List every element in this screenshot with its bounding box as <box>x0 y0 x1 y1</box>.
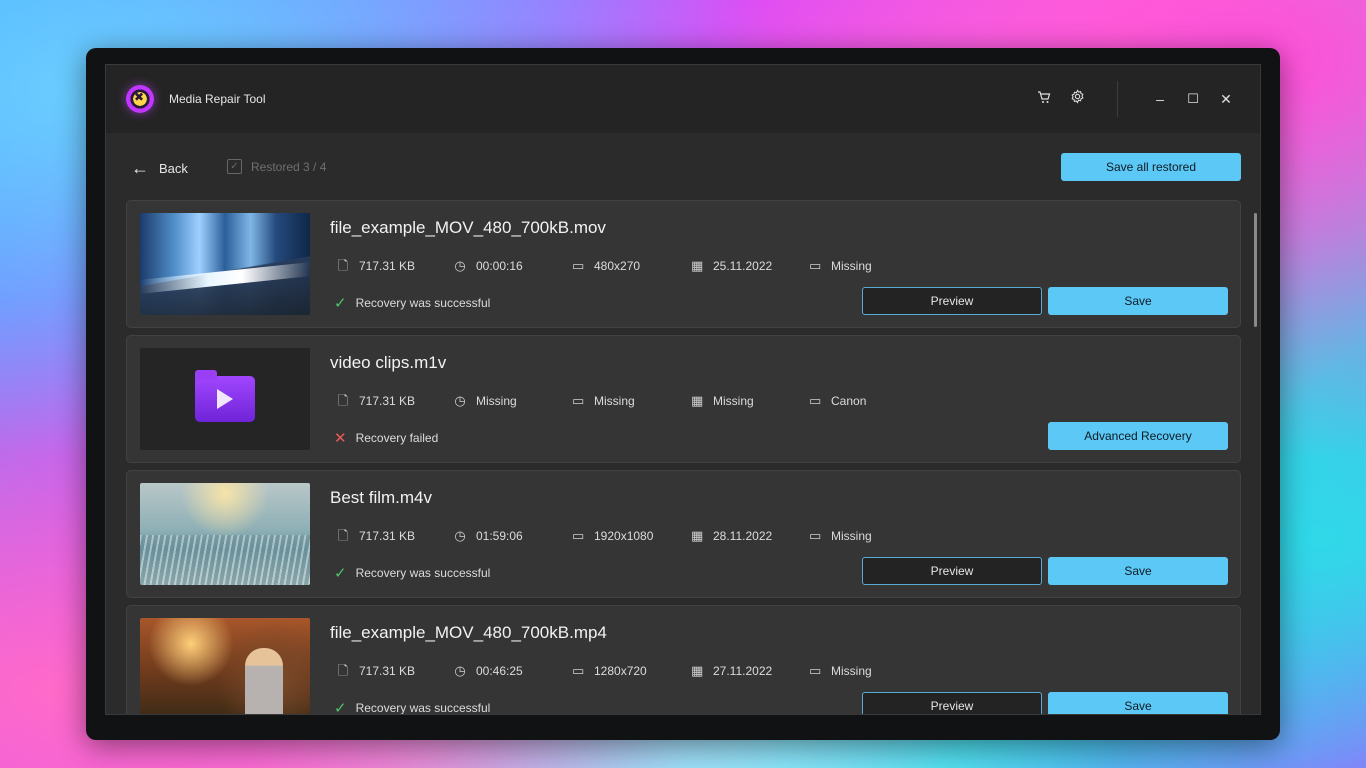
file-size: 🗋 717.31 KB <box>337 258 416 274</box>
recovery-status: ✕ Recovery failed <box>334 430 439 447</box>
date: ▦ 27.11.2022 <box>691 663 773 679</box>
resolution: ▭ Missing <box>572 393 635 409</box>
duration: ◷ 00:00:16 <box>454 258 523 274</box>
play-icon <box>217 389 233 409</box>
recovery-status: ✓ Recovery was successful <box>334 565 491 582</box>
camera: ▭ Missing <box>809 528 872 544</box>
calendar-icon: ▦ <box>691 258 704 273</box>
video-camera-icon: ▭ <box>809 528 822 543</box>
frame-icon: ▭ <box>572 663 585 678</box>
gear-icon[interactable] <box>1065 87 1089 111</box>
scrollbar[interactable] <box>1254 213 1257 327</box>
video-camera-icon: ▭ <box>809 393 822 408</box>
file-size: 🗋 717.31 KB <box>337 528 416 544</box>
close-button[interactable]: ✕ <box>1214 87 1238 111</box>
recovery-status: ✓ Recovery was successful <box>334 295 491 312</box>
back-button[interactable]: ← Back <box>131 157 188 179</box>
file-card: Best film.m4v 🗋 717.31 KB ◷ 01:59:06 ▭ 1920… <box>126 470 1241 598</box>
file-size: 🗋 717.31 KB <box>337 393 416 409</box>
back-label: Back <box>159 160 188 176</box>
x-icon: ✕ <box>334 430 347 447</box>
frame-icon: ▭ <box>572 528 585 543</box>
restored-label: Restored 3 / 4 <box>251 159 327 174</box>
calendar-icon: ▦ <box>691 663 704 678</box>
save-button[interactable]: Save <box>1048 692 1228 714</box>
clock-icon: ◷ <box>454 663 466 678</box>
restored-indicator: ✓ Restored 3 / 4 <box>227 159 326 174</box>
clock-icon: ◷ <box>454 258 466 273</box>
date: ▦ 25.11.2022 <box>691 258 773 274</box>
file-card: video clips.m1v 🗋 717.31 KB ◷ Missing ▭ Mis… <box>126 335 1241 463</box>
file-name: Best film.m4v <box>330 488 433 507</box>
duration: ◷ 00:46:25 <box>454 663 523 679</box>
cart-icon[interactable] <box>1032 87 1056 111</box>
video-thumbnail <box>140 348 310 450</box>
advanced-recovery-button[interactable]: Advanced Recovery <box>1048 422 1228 450</box>
calendar-icon: ▦ <box>691 528 704 543</box>
app-logo-icon <box>126 85 154 113</box>
file-list: file_example_MOV_480_700kB.mov 🗋 717.31 K… <box>126 200 1241 715</box>
clock-icon: ◷ <box>454 528 466 543</box>
file-name: file_example_MOV_480_700kB.mp4 <box>330 623 607 642</box>
app-window: Media Repair Tool – ☐ ✕ ← Back ✓ Restore… <box>105 64 1261 715</box>
date: ▦ Missing <box>691 393 754 409</box>
file-name: video clips.m1v <box>330 353 447 372</box>
resolution: ▭ 1280x720 <box>572 663 647 679</box>
file-icon: 🗋 <box>337 393 349 408</box>
frame-icon: ▭ <box>572 258 585 273</box>
camera: ▭ Missing <box>809 663 872 679</box>
duration: ◷ 01:59:06 <box>454 528 523 544</box>
frame-icon: ▭ <box>572 393 585 408</box>
file-icon: 🗋 <box>337 258 349 273</box>
video-thumbnail[interactable] <box>140 213 310 315</box>
camera: ▭ Canon <box>809 393 867 409</box>
clock-icon: ◷ <box>454 393 466 408</box>
file-card: file_example_MOV_480_700kB.mov 🗋 717.31 K… <box>126 200 1241 328</box>
check-icon: ✓ <box>334 565 347 582</box>
preview-button[interactable]: Preview <box>862 287 1042 315</box>
checkbox-icon: ✓ <box>227 159 242 174</box>
video-thumbnail[interactable] <box>140 618 310 714</box>
duration: ◷ Missing <box>454 393 517 409</box>
video-camera-icon: ▭ <box>809 258 822 273</box>
save-button[interactable]: Save <box>1048 557 1228 585</box>
maximize-button[interactable]: ☐ <box>1181 87 1205 111</box>
save-button[interactable]: Save <box>1048 287 1228 315</box>
calendar-icon: ▦ <box>691 393 704 408</box>
preview-button[interactable]: Preview <box>862 557 1042 585</box>
titlebar-divider <box>1117 81 1118 117</box>
resolution: ▭ 1920x1080 <box>572 528 654 544</box>
app-title: Media Repair Tool <box>169 92 266 106</box>
arrow-left-icon: ← <box>131 158 149 178</box>
preview-button[interactable]: Preview <box>862 692 1042 714</box>
file-icon: 🗋 <box>337 663 349 678</box>
check-icon: ✓ <box>334 295 347 312</box>
minimize-button[interactable]: – <box>1148 87 1172 111</box>
save-all-restored-button[interactable]: Save all restored <box>1061 153 1241 181</box>
file-icon: 🗋 <box>337 528 349 543</box>
camera: ▭ Missing <box>809 258 872 274</box>
file-name: file_example_MOV_480_700kB.mov <box>330 218 606 237</box>
date: ▦ 28.11.2022 <box>691 528 773 544</box>
file-card: file_example_MOV_480_700kB.mp4 🗋 717.31 K… <box>126 605 1241 715</box>
file-size: 🗋 717.31 KB <box>337 663 416 679</box>
recovery-status: ✓ Recovery was successful <box>334 700 491 715</box>
check-icon: ✓ <box>334 700 347 715</box>
title-bar: Media Repair Tool – ☐ ✕ <box>106 65 1260 133</box>
video-thumbnail[interactable] <box>140 483 310 585</box>
video-camera-icon: ▭ <box>809 663 822 678</box>
resolution: ▭ 480x270 <box>572 258 641 274</box>
